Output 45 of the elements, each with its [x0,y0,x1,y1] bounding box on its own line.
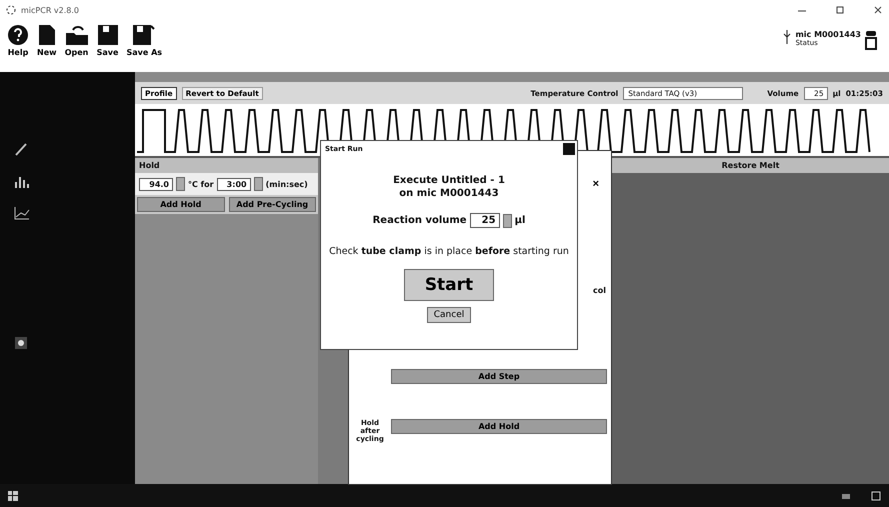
windows-icon[interactable] [8,490,18,500]
floppy-pencil-icon [132,24,156,46]
line-chart-icon[interactable] [14,206,30,220]
add-button[interactable]: Add Hold [137,197,224,212]
close-button[interactable]: × [586,177,605,191]
execute-text: Execute Untitled - 1 [393,175,505,186]
column-label: col [593,286,606,295]
window-title: micPCR v2.8.0 [21,6,80,14]
panel-title: Hold [135,158,318,173]
duration-field[interactable]: 3:00 [216,178,251,190]
add-hold-button[interactable]: Add Hold [391,419,607,434]
for-label: °C for [188,180,214,188]
temperature-field[interactable]: 94.0 [139,178,173,190]
toolbar-button[interactable]: New [34,22,60,59]
spinner-icon[interactable] [502,214,512,228]
wand-icon[interactable] [14,142,28,156]
reaction-volume-label: Reaction volume [372,215,467,226]
device-icon [865,30,877,50]
bar-chart-icon[interactable] [14,174,30,188]
close-icon[interactable] [873,5,883,15]
add-button[interactable]: Add Pre-Cycling [228,197,316,212]
clamp-message: Check tube clamp is in place before starting run [329,246,569,257]
toolbar-button[interactable]: Open [62,22,92,59]
floppy-icon [96,24,119,46]
notification-icon[interactable] [871,490,881,500]
document-icon [38,24,56,46]
unit-label: (min:sec) [266,180,308,188]
restore-icon[interactable] [835,5,845,15]
app-logo-icon [6,5,16,15]
help-icon [7,24,29,46]
spinner-icon[interactable] [176,177,185,191]
start-button[interactable]: Start [404,269,494,301]
panel-title: Restore Melt [612,158,889,173]
toolbar-button[interactable]: Save As [124,22,166,59]
device-text: on mic M0001443 [399,188,499,199]
toolbar-button[interactable]: Save [94,22,122,59]
add-step-button[interactable]: Add Step [391,369,607,384]
folder-icon [64,24,89,46]
usb-icon [783,30,792,44]
device-name: mic M0001443 [795,30,861,39]
cancel-button[interactable]: Cancel [426,307,472,323]
spinner-icon[interactable] [254,177,263,191]
unit-label: µl [514,215,526,226]
reaction-volume-field[interactable]: 25 [470,213,500,228]
toolbar-button[interactable]: Help [4,22,32,59]
